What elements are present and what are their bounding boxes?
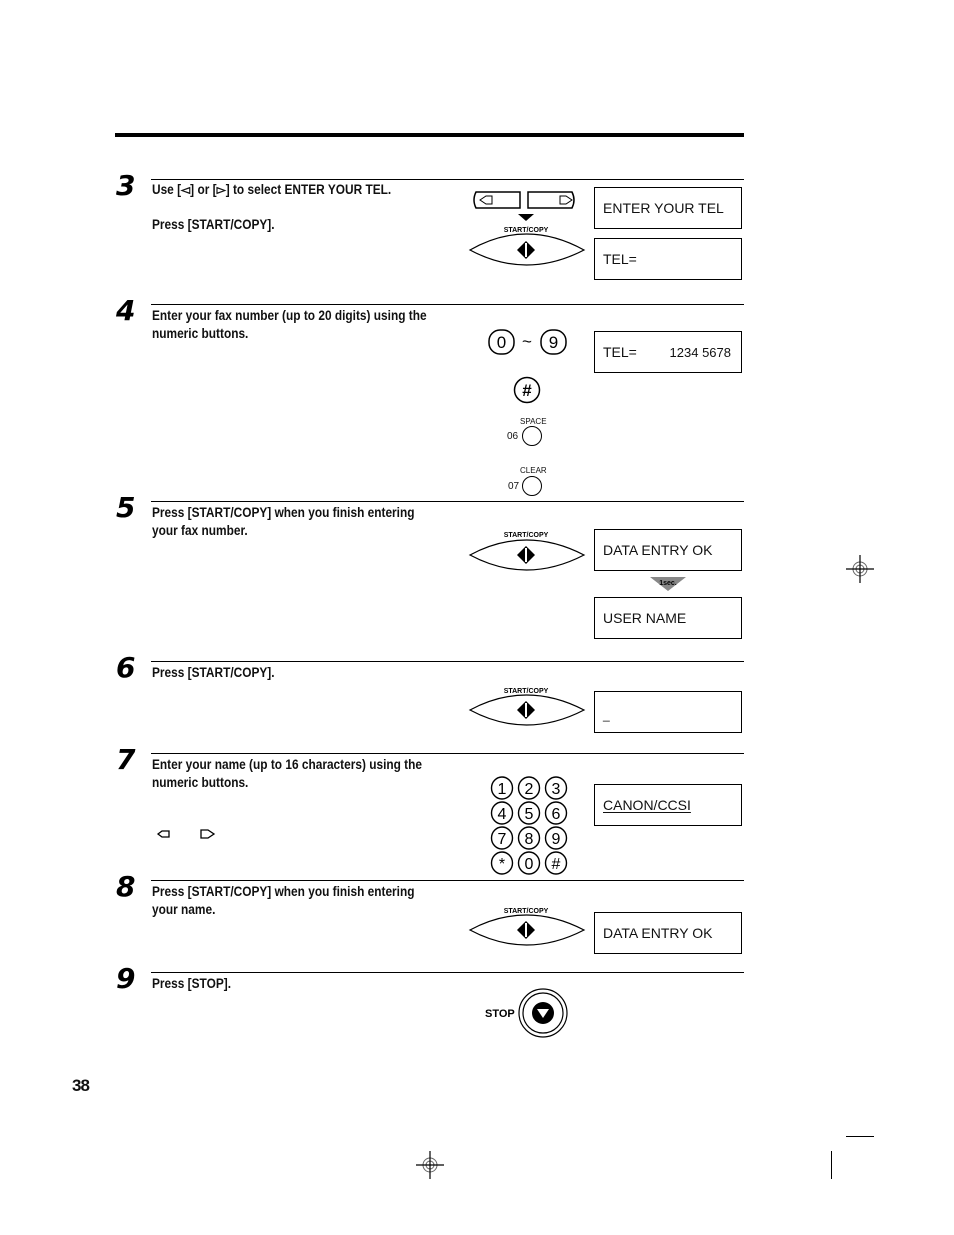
keypad-key-label: 7: [498, 831, 507, 848]
clear-key-label: CLEAR: [520, 466, 547, 475]
numeric-key-range-icon: 0 ~ 9: [488, 329, 570, 355]
step-divider: [151, 501, 744, 502]
keypad-key-label: *: [499, 856, 505, 873]
header-rule: [115, 133, 744, 137]
keypad-key-label: 6: [552, 806, 561, 823]
step-instruction: Press [START/COPY] when you finish enter…: [152, 883, 460, 918]
svg-text:#: #: [522, 381, 532, 400]
lcd-display: USER NAME: [594, 597, 742, 639]
lcd-display: DATA ENTRY OK: [594, 912, 742, 954]
lcd-display: TEL= 1234 5678: [594, 331, 742, 373]
step-number: 7: [116, 743, 136, 776]
step-number: 9: [116, 962, 136, 995]
lcd-text: USER NAME: [603, 610, 687, 626]
registration-mark-icon: [846, 555, 874, 583]
instruction-line: your fax number.: [152, 522, 248, 538]
start-copy-button-icon: START/COPY: [468, 908, 586, 946]
lcd-text: ENTER YOUR TEL: [603, 200, 724, 216]
instruction-line: Press [START/COPY] when you finish enter…: [152, 884, 415, 899]
right-arrow-key-icon: [200, 829, 216, 839]
step-number: 6: [116, 651, 136, 684]
instruction-line: your name.: [152, 901, 216, 917]
space-key-icon: [522, 426, 542, 446]
instruction-line: Press [STOP].: [152, 976, 232, 991]
numeric-keypad-icon: 1 2 3 4 5 6 7 8 9 * 0 #: [490, 776, 568, 875]
step-instruction: Enter your name (up to 16 characters) us…: [152, 756, 460, 791]
keypad-key-label: 2: [525, 781, 534, 798]
page-number: 38: [72, 1076, 90, 1095]
svg-text:START/COPY: START/COPY: [504, 688, 549, 695]
lcd-value: 1234 5678: [669, 344, 731, 360]
keypad-key-label: 9: [552, 831, 561, 848]
step-divider: [151, 753, 744, 754]
range-to: 9: [549, 333, 558, 352]
lcd-cursor: _: [603, 708, 610, 722]
svg-text:START/COPY: START/COPY: [504, 908, 549, 915]
crop-mark: [831, 1151, 832, 1179]
lcd-display: CANON/CCSI: [594, 784, 742, 826]
instruction-line: Press [START/COPY].: [152, 665, 275, 680]
step-instruction: Enter your fax number (up to 20 digits) …: [152, 307, 460, 342]
step-divider: [151, 179, 744, 180]
instruction-line: numeric buttons.: [152, 325, 249, 341]
instruction-line: Enter your name (up to 16 characters) us…: [152, 757, 423, 772]
step-number: 5: [116, 491, 136, 524]
registration-mark-icon: [416, 1151, 444, 1179]
lcd-text: TEL=: [603, 344, 637, 360]
start-copy-button-icon: START/COPY: [468, 532, 586, 571]
lcd-display: TEL=: [594, 238, 742, 280]
after-1-second-arrow-icon: 1sec.: [650, 577, 686, 591]
step-instruction: Use [◅] or [▻] to select ENTER YOUR TEL.…: [152, 181, 460, 233]
keypad-key-label: 5: [525, 806, 534, 823]
step-divider: [151, 972, 744, 973]
step-instruction: Press [START/COPY] when you finish enter…: [152, 504, 460, 539]
clear-key-icon: [522, 476, 542, 496]
instruction-line: numeric buttons.: [152, 774, 249, 790]
keypad-key-label: 0: [525, 856, 534, 873]
step-divider: [151, 661, 744, 662]
step-instruction: Press [STOP].: [152, 975, 460, 993]
range-from: 0: [497, 333, 506, 352]
keypad-key-label: 4: [498, 806, 507, 823]
svg-text:START/COPY: START/COPY: [504, 532, 549, 539]
step-divider: [151, 880, 744, 881]
crop-mark: [846, 1136, 874, 1137]
hash-key-icon: #: [513, 376, 541, 404]
instruction-line: Press [START/COPY].: [152, 216, 275, 232]
lcd-text: CANON/CCSI: [603, 797, 691, 813]
step-number: 3: [116, 169, 136, 202]
step-instruction: Press [START/COPY].: [152, 664, 460, 682]
keypad-key-label: 8: [525, 831, 534, 848]
svg-text:1sec.: 1sec.: [659, 580, 677, 587]
step-number: 4: [116, 294, 136, 327]
keypad-key-label: #: [552, 856, 561, 873]
instruction-line: Use [◅] or [▻] to select ENTER YOUR TEL.: [152, 182, 392, 197]
clear-key-code: 07: [508, 481, 520, 492]
svg-text:STOP: STOP: [485, 1008, 515, 1020]
space-key-code: 06: [507, 431, 519, 442]
svg-text:START/COPY: START/COPY: [504, 227, 549, 234]
step-number: 8: [116, 870, 136, 903]
left-arrow-key-icon: [156, 830, 170, 838]
keypad-key-label: 1: [498, 781, 507, 798]
range-sep: ~: [522, 332, 532, 351]
lcd-display: _: [594, 691, 742, 733]
lcd-text: TEL=: [603, 251, 637, 267]
keypad-key-label: 3: [552, 781, 561, 798]
stop-button-icon: STOP: [485, 988, 568, 1038]
instruction-line: Enter your fax number (up to 20 digits) …: [152, 308, 427, 323]
lcd-text: DATA ENTRY OK: [603, 542, 713, 558]
lcd-text: DATA ENTRY OK: [603, 925, 713, 941]
lcd-display: DATA ENTRY OK: [594, 529, 742, 571]
space-key-label: SPACE: [520, 417, 547, 426]
step-divider: [151, 304, 744, 305]
instruction-line: Press [START/COPY] when you finish enter…: [152, 505, 415, 520]
menu-nav-and-start-copy-buttons-icon: START/COPY: [468, 191, 586, 266]
start-copy-button-icon: START/COPY: [468, 688, 586, 726]
lcd-display: ENTER YOUR TEL: [594, 187, 742, 229]
